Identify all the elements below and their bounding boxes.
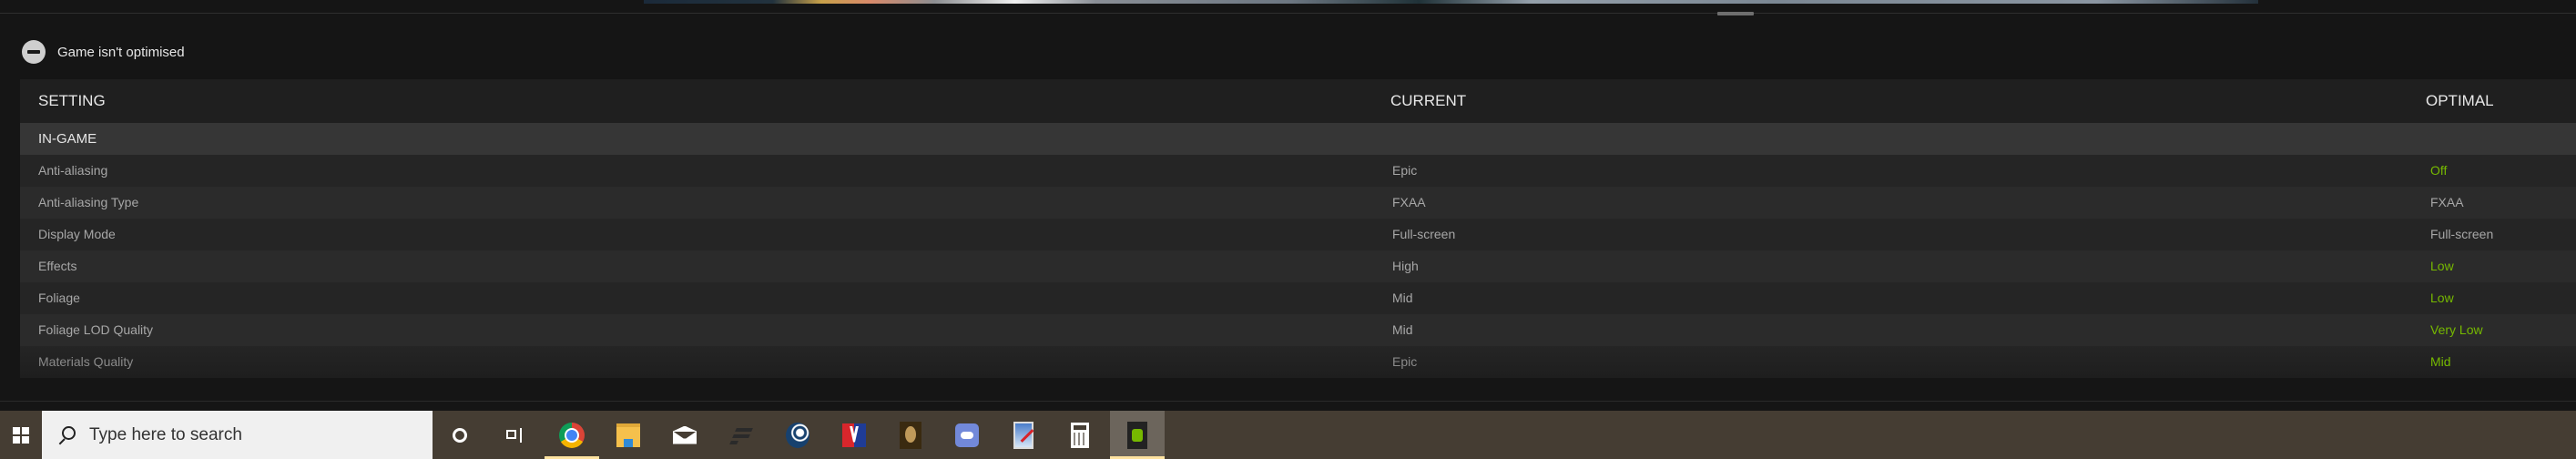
optimal-value: Very Low — [2430, 322, 2483, 337]
steam-icon — [786, 422, 809, 448]
optimal-value: Off — [2430, 163, 2448, 178]
optimisation-status: Game isn't optimised — [22, 40, 185, 64]
setting-name: Display Mode — [38, 227, 116, 241]
cortana-button[interactable] — [433, 411, 487, 459]
table-row: Effects High Low — [20, 250, 2576, 282]
not-optimised-icon — [22, 40, 46, 64]
group-header-in-game: IN-GAME — [20, 123, 2576, 155]
search-icon — [55, 424, 76, 446]
current-value: Full-screen — [1392, 227, 1456, 241]
taskbar-app-mail[interactable] — [657, 411, 712, 459]
taskbar-app-chrome[interactable] — [545, 411, 599, 459]
setting-name: Anti-aliasing — [38, 163, 108, 178]
calculator-icon — [1071, 422, 1089, 448]
table-row: Foliage Mid Low — [20, 282, 2576, 314]
group-label: IN-GAME — [38, 131, 97, 147]
taskbar-app-iracing[interactable] — [827, 411, 881, 459]
current-value: Epic — [1392, 163, 1418, 178]
table-row: Materials Quality Epic Mid — [20, 346, 2576, 378]
file-explorer-icon — [616, 423, 640, 447]
taskbar-app-epic-games[interactable] — [714, 411, 769, 459]
optimal-value: Low — [2430, 291, 2454, 305]
taskbar-app-paint[interactable] — [996, 411, 1051, 459]
resize-handle[interactable] — [1717, 12, 1754, 15]
setting-name: Anti-aliasing Type — [38, 195, 139, 209]
divider — [0, 13, 2576, 14]
start-button[interactable] — [0, 411, 42, 459]
nvidia-icon — [1127, 421, 1147, 449]
table-header: SETTING CURRENT OPTIMAL — [20, 79, 2576, 123]
current-value: Mid — [1392, 322, 1413, 337]
windows-logo-icon — [13, 426, 29, 444]
table-row: Foliage LOD Quality Mid Very Low — [20, 314, 2576, 346]
rocksmith-icon — [900, 421, 921, 449]
current-value: Mid — [1392, 291, 1413, 305]
current-value: Epic — [1392, 354, 1418, 369]
optimal-value: FXAA — [2430, 195, 2464, 209]
optimal-value: Low — [2430, 259, 2454, 273]
optimal-value: Mid — [2430, 354, 2451, 369]
discord-icon — [955, 423, 979, 447]
table-row: Anti-aliasing Epic Off — [20, 155, 2576, 187]
table-row: Display Mode Full-screen Full-screen — [20, 219, 2576, 250]
task-view-button[interactable] — [487, 411, 542, 459]
windows-taskbar: Type here to search — [0, 411, 2576, 459]
mail-icon — [673, 425, 697, 444]
taskbar-app-calculator[interactable] — [1053, 411, 1107, 459]
taskbar-app-geforce-experience[interactable] — [1110, 411, 1165, 459]
search-placeholder: Type here to search — [89, 424, 242, 444]
column-header-current: CURRENT — [1390, 92, 1467, 109]
epic-games-icon — [729, 426, 753, 444]
cortana-icon — [453, 427, 467, 443]
setting-name: Foliage — [38, 291, 80, 305]
table-row: Anti-aliasing Type FXAA FXAA — [20, 187, 2576, 219]
iracing-icon — [842, 423, 866, 447]
paint-icon — [1013, 421, 1033, 449]
taskbar-app-discord[interactable] — [940, 411, 994, 459]
divider — [0, 401, 2576, 411]
setting-name: Effects — [38, 259, 77, 273]
setting-name: Foliage LOD Quality — [38, 322, 154, 337]
column-header-optimal: OPTIMAL — [2426, 92, 2494, 109]
taskbar-search-box[interactable]: Type here to search — [42, 411, 433, 459]
taskbar-app-steam[interactable] — [770, 411, 825, 459]
current-value: FXAA — [1392, 195, 1426, 209]
optimal-value: Full-screen — [2430, 227, 2494, 241]
settings-table: SETTING CURRENT OPTIMAL IN-GAME Anti-ali… — [20, 79, 2576, 378]
setting-name: Materials Quality — [38, 354, 134, 369]
settings-rows: Anti-aliasing Epic Off Anti-aliasing Typ… — [20, 155, 2576, 378]
column-header-setting: SETTING — [38, 92, 106, 109]
status-text: Game isn't optimised — [57, 44, 185, 60]
taskbar-app-rocksmith[interactable] — [883, 411, 938, 459]
game-banner-image — [644, 0, 2258, 4]
chrome-icon — [559, 422, 585, 448]
task-view-icon — [506, 426, 523, 444]
taskbar-app-file-explorer[interactable] — [601, 411, 656, 459]
current-value: High — [1392, 259, 1419, 273]
